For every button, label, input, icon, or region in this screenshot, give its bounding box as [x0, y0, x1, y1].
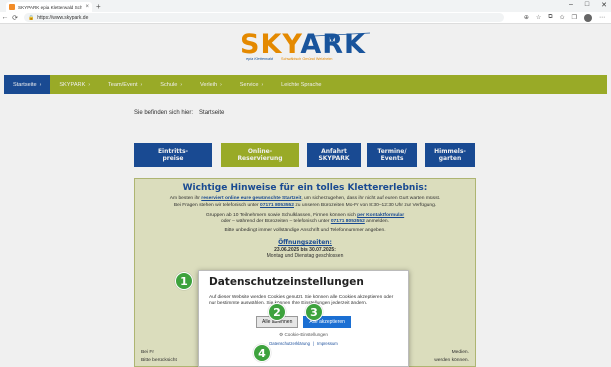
browser-toolbar-icons: ⊕ ☆ ⧉ ✩ ❐ ⋯	[524, 13, 605, 22]
more-menu-icon[interactable]: ⋯	[599, 14, 605, 21]
cookie-footer-links: Datenschutzerklärung | Impressum	[209, 341, 398, 346]
imprint-link[interactable]: Impressum	[317, 341, 338, 346]
close-window-button[interactable]: ✕	[601, 1, 607, 9]
favorites-icon[interactable]: ✩	[560, 14, 565, 21]
star-icon[interactable]: ☆	[536, 14, 541, 21]
collections-icon[interactable]: ❐	[572, 14, 577, 21]
address-bar: ← ⟳ 🔒 https://www.skypark.de ⊕ ☆ ⧉ ✩ ❐ ⋯	[0, 12, 611, 24]
url-field[interactable]: 🔒 https://www.skypark.de	[24, 13, 504, 22]
url-text: https://www.skypark.de	[37, 14, 89, 21]
privacy-policy-link[interactable]: Datenschutzerklärung	[269, 341, 310, 346]
link-separator: |	[312, 340, 315, 346]
browser-tab-strip: SKYPARK epia Kletterwald Schw... × + – □…	[0, 0, 611, 12]
annotation-marker-2: 2	[268, 303, 286, 321]
zoom-icon[interactable]: ⊕	[524, 14, 529, 21]
browser-tab[interactable]: SKYPARK epia Kletterwald Schw... ×	[6, 2, 92, 12]
annotation-marker-4: 4	[253, 344, 271, 362]
cookie-dialog-title: Datenschutzeinstellungen	[209, 276, 364, 288]
tab-title: SKYPARK epia Kletterwald Schw...	[18, 4, 83, 10]
favicon-icon	[9, 4, 15, 10]
tab-close-icon[interactable]: ×	[85, 4, 89, 10]
lock-icon: 🔒	[28, 14, 35, 21]
gear-icon: ⚙	[279, 331, 284, 337]
cookie-button-row: Alle ablehnen Alle akzeptieren	[209, 315, 398, 328]
extensions-icon[interactable]: ⧉	[548, 14, 552, 21]
cookie-settings-label: Cookie-Einstellungen	[284, 331, 328, 337]
annotation-marker-3: 3	[305, 303, 323, 321]
minimize-button[interactable]: –	[569, 1, 573, 9]
window-controls: – □ ✕	[569, 1, 607, 9]
cookie-consent-dialog: Datenschutzeinstellungen Auf dieser Webs…	[198, 270, 409, 367]
back-icon[interactable]: ←	[0, 14, 10, 21]
cookie-settings-link[interactable]: ⚙ Cookie-Einstellungen	[209, 332, 398, 338]
reload-icon[interactable]: ⟳	[10, 14, 20, 22]
annotation-marker-1: 1	[175, 272, 193, 290]
cookie-dialog-text: Auf dieser Website werden Cookies genutz…	[209, 295, 394, 307]
maximize-button[interactable]: □	[585, 1, 589, 9]
new-tab-button[interactable]: +	[96, 2, 101, 12]
profile-avatar[interactable]	[584, 13, 592, 22]
